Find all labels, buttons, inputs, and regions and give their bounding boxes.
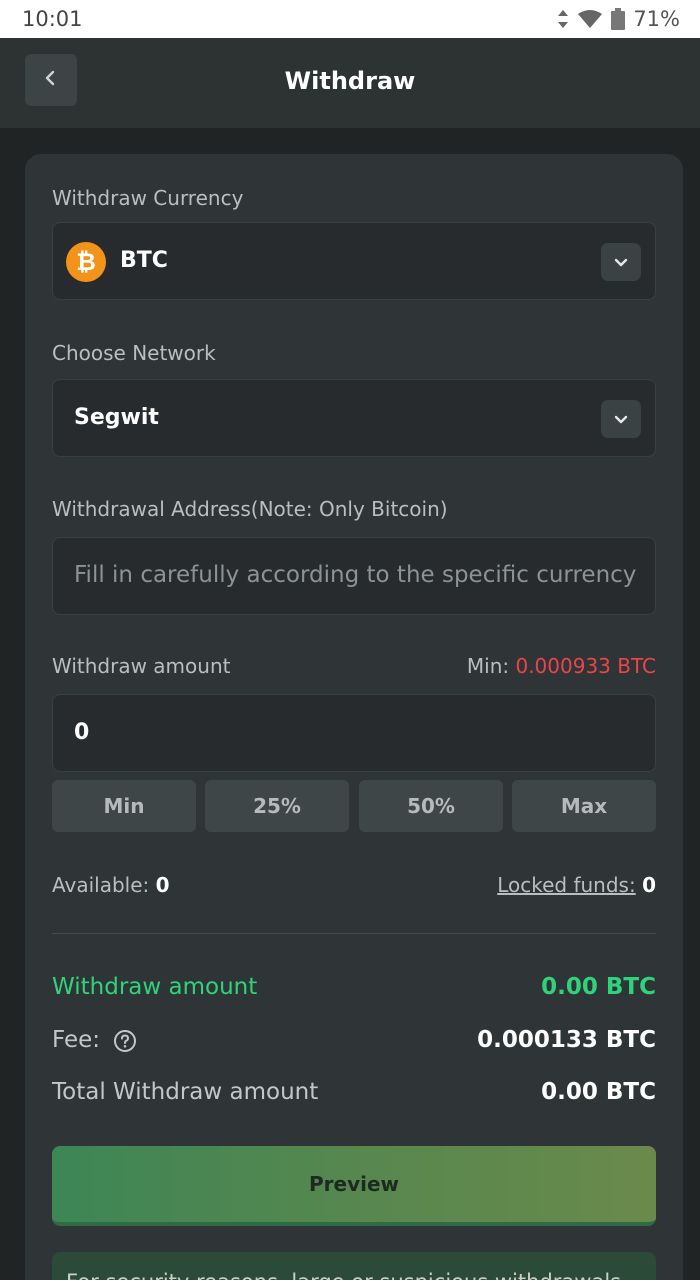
network-dropdown-button[interactable]: [601, 400, 641, 438]
status-bar: 10:01 71%: [0, 0, 700, 38]
preview-button[interactable]: Preview: [52, 1146, 656, 1226]
withdraw-form-card: Withdraw Currency ₿ BTC Choose Network S…: [25, 154, 683, 1280]
available-label: Available:: [52, 873, 150, 897]
chevron-down-icon: [614, 410, 628, 429]
divider: [52, 933, 656, 934]
amount-label: Withdraw amount: [52, 654, 231, 678]
network-label: Choose Network: [52, 341, 216, 365]
total-value: 0.00 BTC: [541, 1079, 656, 1105]
address-label: Withdrawal Address(Note: Only Bitcoin): [52, 497, 448, 521]
security-notice: For security reasons, large or suspiciou…: [52, 1252, 656, 1280]
min-button[interactable]: Min: [52, 780, 196, 832]
summary-withdraw-label: Withdraw amount: [52, 974, 258, 1000]
notice-text: For security reasons, large or suspiciou…: [66, 1270, 621, 1280]
data-arrows-icon: [557, 9, 569, 29]
status-time: 10:01: [22, 7, 83, 31]
top-bar: Withdraw: [0, 38, 700, 128]
currency-value: BTC: [120, 248, 168, 273]
currency-select[interactable]: ₿ BTC: [52, 222, 656, 300]
min-label: Min:: [466, 654, 510, 678]
summary-withdraw-row: Withdraw amount 0.00 BTC: [52, 974, 656, 1000]
amount-value: 0: [74, 720, 90, 745]
fee-label-wrap: Fee:: [52, 1027, 137, 1053]
wifi-icon: [577, 9, 603, 29]
summary-withdraw-value: 0.00 BTC: [541, 974, 656, 1000]
summary-fee-row: Fee: 0.000133 BTC: [52, 1027, 656, 1053]
status-icons: 71%: [557, 7, 680, 31]
max-button[interactable]: Max: [512, 780, 656, 832]
network-select[interactable]: Segwit: [52, 379, 656, 457]
25-percent-button[interactable]: 25%: [205, 780, 349, 832]
available-balance: Available: 0: [52, 873, 170, 897]
amount-input[interactable]: 0: [52, 694, 656, 772]
locked-value: 0: [642, 873, 656, 897]
available-value: 0: [155, 873, 170, 897]
locked-funds: Locked funds: 0: [497, 873, 656, 897]
chevron-down-icon: [614, 253, 628, 272]
min-amount: Min: 0.000933 BTC: [467, 654, 656, 678]
page-title: Withdraw: [284, 67, 416, 95]
fee-label: Fee:: [52, 1027, 101, 1053]
question-circle-icon[interactable]: [113, 1029, 137, 1053]
battery-percent: 71%: [633, 7, 680, 31]
summary-total-row: Total Withdraw amount 0.00 BTC: [52, 1079, 656, 1105]
battery-icon: [611, 8, 626, 30]
bitcoin-icon: ₿: [66, 242, 106, 282]
50-percent-button[interactable]: 50%: [359, 780, 503, 832]
locked-funds-link[interactable]: Locked funds:: [497, 873, 636, 897]
network-value: Segwit: [74, 405, 159, 430]
currency-dropdown-button[interactable]: [601, 243, 641, 281]
address-input[interactable]: Fill in carefully according to the speci…: [52, 537, 656, 615]
fee-value: 0.000133 BTC: [477, 1027, 656, 1053]
total-label: Total Withdraw amount: [52, 1079, 319, 1105]
address-placeholder: Fill in carefully according to the speci…: [74, 562, 637, 588]
currency-label: Withdraw Currency: [52, 186, 244, 210]
min-value: 0.000933 BTC: [515, 654, 656, 678]
